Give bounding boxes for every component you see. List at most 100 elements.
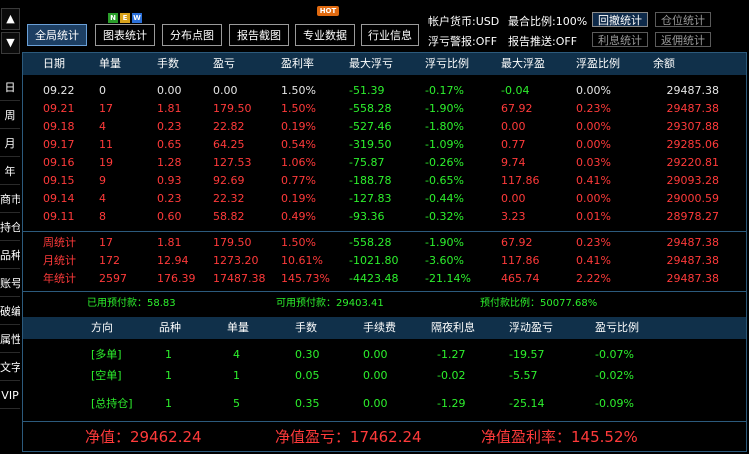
report-push[interactable]: 报告推送:OFF xyxy=(508,33,577,49)
day-float-loss-ratio-cell: -1.09% xyxy=(425,138,464,151)
day-float-profit-ratio-cell: 0.00% xyxy=(576,120,611,133)
global-stats-button[interactable]: 全局统计 xyxy=(27,24,87,46)
day-pnl-cell: 92.69 xyxy=(213,174,245,187)
day-lots-cell: 0.23 xyxy=(157,192,182,205)
interest-stats-button[interactable]: 利息统计 xyxy=(592,32,648,47)
day-max-float-profit-cell: 0.00 xyxy=(501,120,526,133)
position-direction-cell[interactable]: [空单] xyxy=(91,367,122,385)
equity-divider xyxy=(23,421,746,422)
side-item-edit[interactable]: 破编 xyxy=(0,300,20,325)
summary-pnl-cell: 1273.20 xyxy=(213,254,259,267)
toolbar: N E W HOT 全局统计 图表统计 分布点图 报告截图 专业数据 行业信息 … xyxy=(22,0,749,52)
summary-balance-cell: 29487.38 xyxy=(666,254,720,267)
summary-max-float-loss-cell: -1021.80 xyxy=(349,254,399,267)
side-item-text[interactable]: 文字 xyxy=(0,356,20,381)
used-margin: 已用预付款：58.83 xyxy=(87,298,176,309)
day-float-profit-ratio-cell: 0.00% xyxy=(576,84,611,97)
distribution-chart-button[interactable]: 分布点图 xyxy=(162,24,222,46)
side-item-market[interactable]: 商市 xyxy=(0,188,20,213)
day-orders-cell: 19 xyxy=(99,156,113,169)
day-profit-rate-cell: 0.54% xyxy=(281,138,316,151)
report-screenshot-button[interactable]: 报告截图 xyxy=(229,24,289,46)
day-orders-cell: 17 xyxy=(99,102,113,115)
day-balance-cell: 29220.81 xyxy=(666,156,720,169)
side-item-day[interactable]: 日 xyxy=(0,76,20,101)
summary-float-loss-ratio-cell: -1.90% xyxy=(425,236,464,249)
side-item-symbol[interactable]: 品种 xyxy=(0,244,20,269)
day-float-profit-ratio-cell: 0.00% xyxy=(576,138,611,151)
position-swap-cell: -1.29 xyxy=(437,397,466,410)
day-float-loss-ratio-cell: -1.90% xyxy=(425,102,464,115)
drawdown-stats-button[interactable]: 回撤统计 xyxy=(592,12,648,27)
position-float-pnl-cell: -25.14 xyxy=(509,397,545,410)
position-stats-button[interactable]: 仓位统计 xyxy=(655,12,711,27)
day-float-profit-ratio-cell: 0.00% xyxy=(576,192,611,205)
position-swap-cell: -0.02 xyxy=(437,369,466,382)
side-nav: ▲ ▼ 日 周 月 年 商市 持仓 品种 账号 破编 属性 文字 VIP xyxy=(0,0,20,454)
summary-lots-cell: 1.81 xyxy=(157,236,182,249)
summary-date-cell: 月统计 xyxy=(43,254,76,267)
max-ratio: 最合比例:100% xyxy=(508,15,588,28)
scroll-up-button[interactable]: ▲ xyxy=(1,8,20,30)
position-orders-cell: 4 xyxy=(233,348,240,361)
day-lots-cell: 1.81 xyxy=(157,102,182,115)
summary-float-loss-ratio-cell: -3.60% xyxy=(425,254,464,267)
day-date-cell: 09.16 xyxy=(43,156,75,169)
day-float-loss-ratio-cell: -0.65% xyxy=(425,174,464,187)
day-lots-cell: 0.60 xyxy=(157,210,182,223)
summary-lots-cell: 176.39 xyxy=(157,272,196,285)
day-orders-cell: 11 xyxy=(99,138,113,151)
hot-badge: HOT xyxy=(317,6,339,16)
day-lots-cell: 0.65 xyxy=(157,138,182,151)
scroll-down-button[interactable]: ▼ xyxy=(1,32,20,54)
day-pnl-cell: 22.82 xyxy=(213,120,245,133)
pro-data-button[interactable]: 专业数据 xyxy=(295,24,355,46)
side-item-month[interactable]: 月 xyxy=(0,132,20,157)
net-profit: 净值盈亏：17462.24 xyxy=(275,428,422,446)
day-max-float-loss-cell: -527.46 xyxy=(349,120,392,133)
float-loss-alert[interactable]: 浮亏警报:OFF xyxy=(428,33,497,49)
summary-balance-cell: 29487.38 xyxy=(666,236,720,249)
margin-ratio: 预付款比例：50077.68% xyxy=(480,298,598,309)
account-currency: 帐户货币:USD xyxy=(428,15,500,28)
side-item-vip[interactable]: VIP xyxy=(0,384,20,409)
industry-info-button[interactable]: 行业信息 xyxy=(361,24,419,46)
day-max-float-profit-cell: 3.23 xyxy=(501,210,526,223)
summary-profit-rate-cell: 1.50% xyxy=(281,236,316,249)
position-lots-cell: 0.30 xyxy=(295,348,320,361)
day-balance-cell: 28978.27 xyxy=(666,210,720,223)
day-date-cell: 09.22 xyxy=(43,84,75,97)
position-orders-cell: 5 xyxy=(233,397,240,410)
pos-col-swap: 隔夜利息 xyxy=(431,321,475,334)
side-item-attribute[interactable]: 属性 xyxy=(0,328,20,353)
side-item-account[interactable]: 账号 xyxy=(0,272,20,297)
rebate-stats-button[interactable]: 返佣统计 xyxy=(655,32,711,47)
side-item-year[interactable]: 年 xyxy=(0,160,20,185)
chart-stats-button[interactable]: 图表统计 xyxy=(95,24,155,46)
day-max-float-loss-cell: -319.50 xyxy=(349,138,392,151)
col-max-float-loss: 最大浮亏 xyxy=(349,57,393,70)
summary-orders-cell: 172 xyxy=(99,254,120,267)
col-balance: 余额 xyxy=(653,57,675,70)
stats-panel: 日期 单量 手数 盈亏 盈利率 最大浮亏 浮亏比例 最大浮盈 浮盈比例 余额 0… xyxy=(22,52,747,452)
side-item-week[interactable]: 周 xyxy=(0,104,20,129)
position-direction-cell[interactable]: [多单] xyxy=(91,346,122,364)
summary-float-loss-ratio-cell: -21.14% xyxy=(425,272,471,285)
day-balance-cell: 29000.59 xyxy=(666,192,720,205)
day-date-cell: 09.18 xyxy=(43,120,75,133)
day-float-profit-ratio-cell: 0.41% xyxy=(576,174,611,187)
position-swap-cell: -1.27 xyxy=(437,348,466,361)
day-pnl-cell: 58.82 xyxy=(213,210,245,223)
side-item-position[interactable]: 持仓 xyxy=(0,216,20,241)
day-orders-cell: 4 xyxy=(99,192,106,205)
summary-float-profit-ratio-cell: 0.41% xyxy=(576,254,611,267)
position-direction-cell[interactable]: [总持仓] xyxy=(91,395,133,413)
summary-date-cell: 周统计 xyxy=(43,236,76,249)
day-date-cell: 09.11 xyxy=(43,210,75,223)
day-date-cell: 09.14 xyxy=(43,192,75,205)
position-orders-cell: 1 xyxy=(233,369,240,382)
day-orders-cell: 0 xyxy=(99,84,106,97)
position-lots-cell: 0.05 xyxy=(295,369,320,382)
day-profit-rate-cell: 0.77% xyxy=(281,174,316,187)
position-fee-cell: 0.00 xyxy=(363,348,388,361)
